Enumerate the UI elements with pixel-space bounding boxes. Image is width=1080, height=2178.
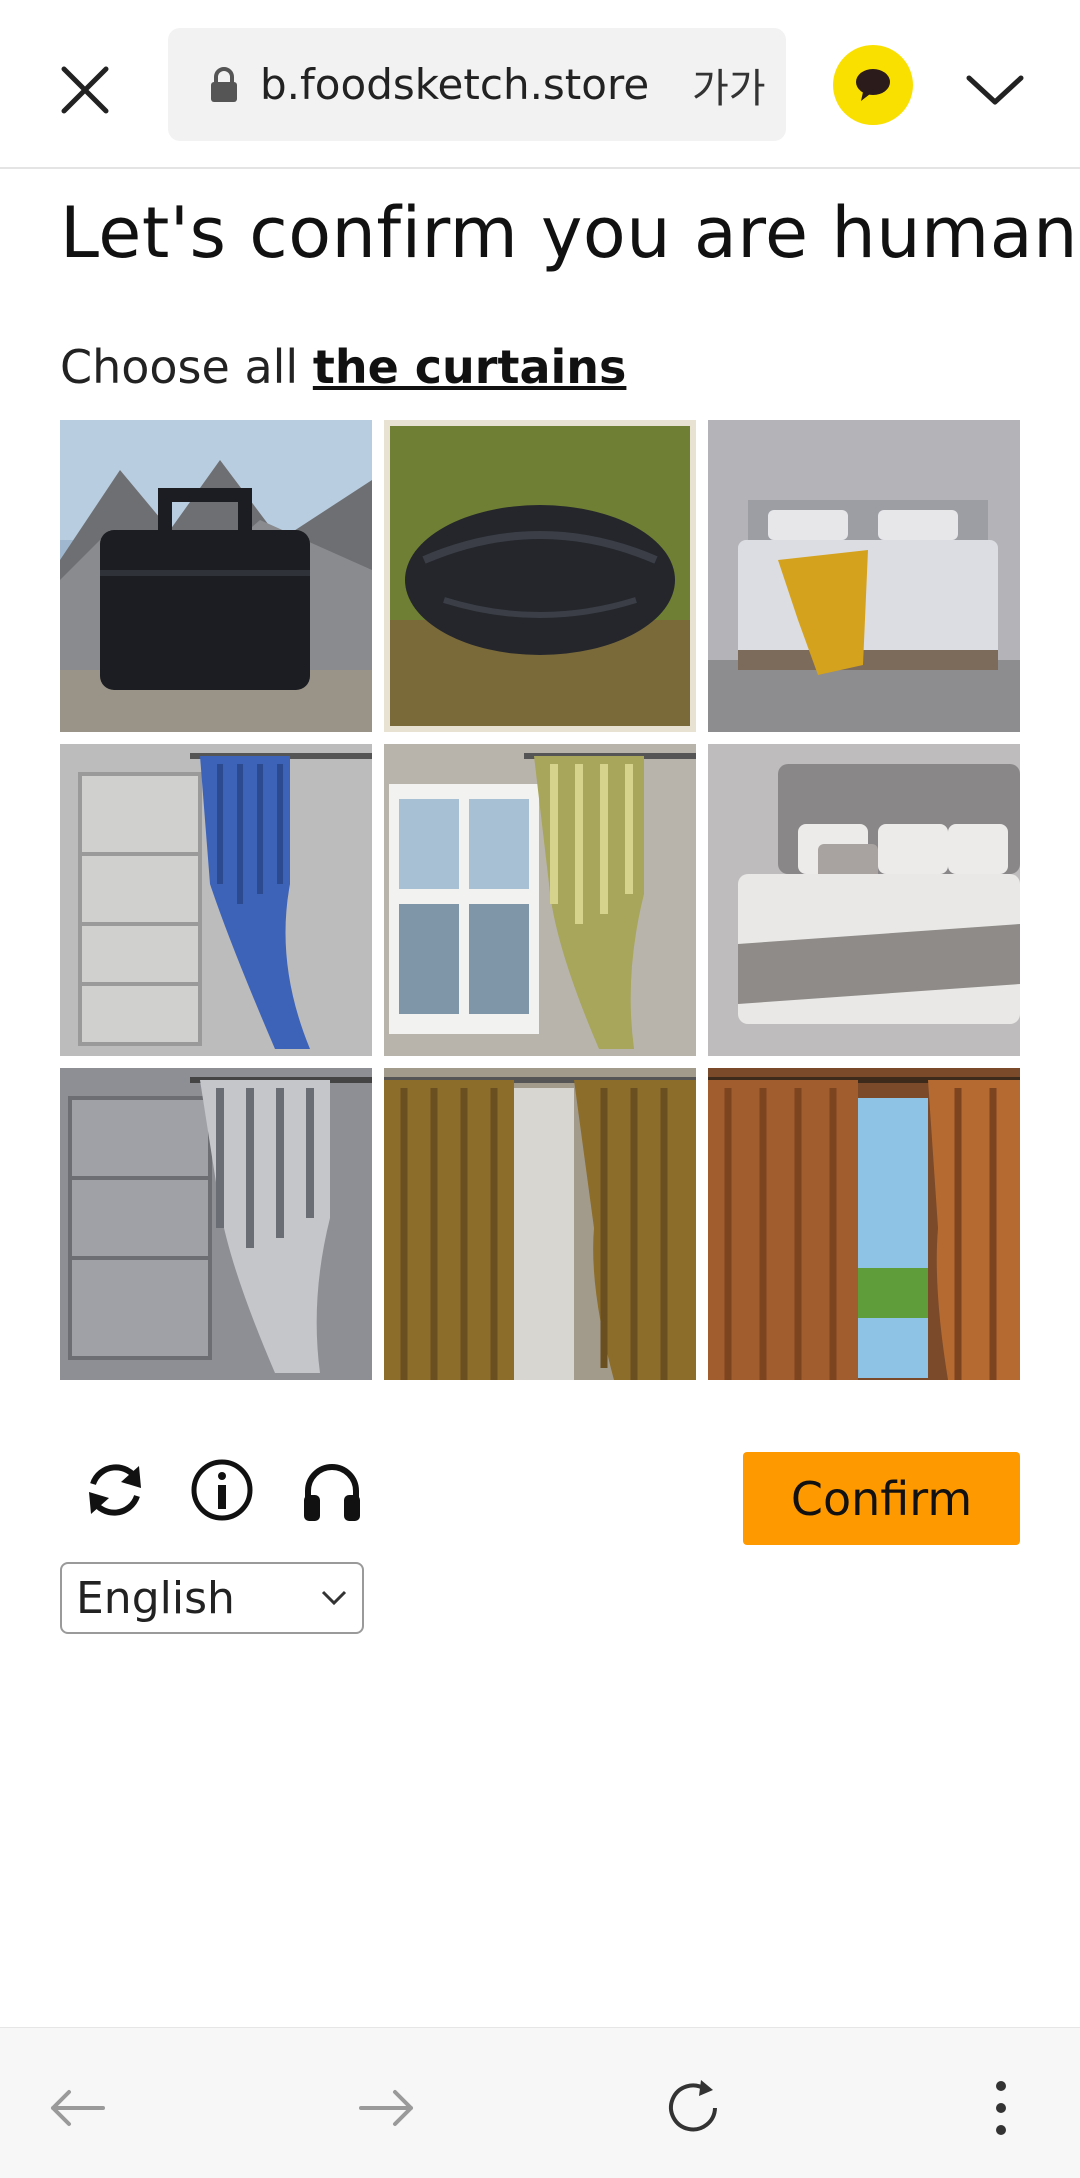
bottom-navigation [0,2027,1080,2178]
refresh-icon[interactable] [75,1450,155,1530]
tile-image [384,1068,696,1380]
captcha-tile[interactable] [708,744,1020,1056]
captcha-tile[interactable] [708,420,1020,732]
tile-image [384,744,696,1056]
captcha-tile[interactable] [708,1068,1020,1380]
close-icon[interactable] [50,55,120,125]
chevron-down-icon [321,1590,347,1606]
forward-arrow-icon[interactable] [352,2073,422,2143]
language-select[interactable]: English [60,1562,364,1634]
url-text[interactable]: b.foodsketch.store [260,60,680,109]
kakao-talk-icon[interactable] [833,45,913,125]
tile-image [60,744,372,1056]
tile-image [60,1068,372,1380]
more-vert-icon[interactable] [966,2073,1036,2143]
tile-image [708,744,1020,1056]
captcha-tile[interactable] [384,744,696,1056]
instruction-target: the curtains [312,340,627,394]
instruction-prefix: Choose all [60,340,313,394]
captcha-tile[interactable] [60,420,372,732]
tile-image [708,420,1020,732]
instruction-text: Choose all the curtains [60,340,626,394]
browser-toolbar: b.foodsketch.store 가가 [0,0,1080,169]
page-title: Let's confirm you are human [60,192,1079,274]
tile-image [708,1068,1020,1380]
captcha-tile[interactable] [60,1068,372,1380]
back-arrow-icon[interactable] [42,2073,112,2143]
captcha-tile[interactable] [384,420,696,732]
captcha-controls: Confirm [60,1450,1020,1550]
captcha-image-grid [60,420,1020,1380]
reload-icon[interactable] [658,2073,728,2143]
confirm-button[interactable]: Confirm [743,1452,1020,1545]
captcha-tile[interactable] [60,744,372,1056]
language-selected-value: English [76,1572,235,1624]
headphones-icon[interactable] [292,1450,372,1530]
captcha-tile[interactable] [384,1068,696,1380]
tile-image [384,420,696,732]
info-icon[interactable] [182,1450,262,1530]
lock-icon [211,66,237,102]
tile-image [60,420,372,732]
address-bar[interactable]: b.foodsketch.store 가가 [168,28,786,141]
text-size-button[interactable]: 가가 [692,56,766,114]
chevron-down-icon[interactable] [960,55,1030,125]
